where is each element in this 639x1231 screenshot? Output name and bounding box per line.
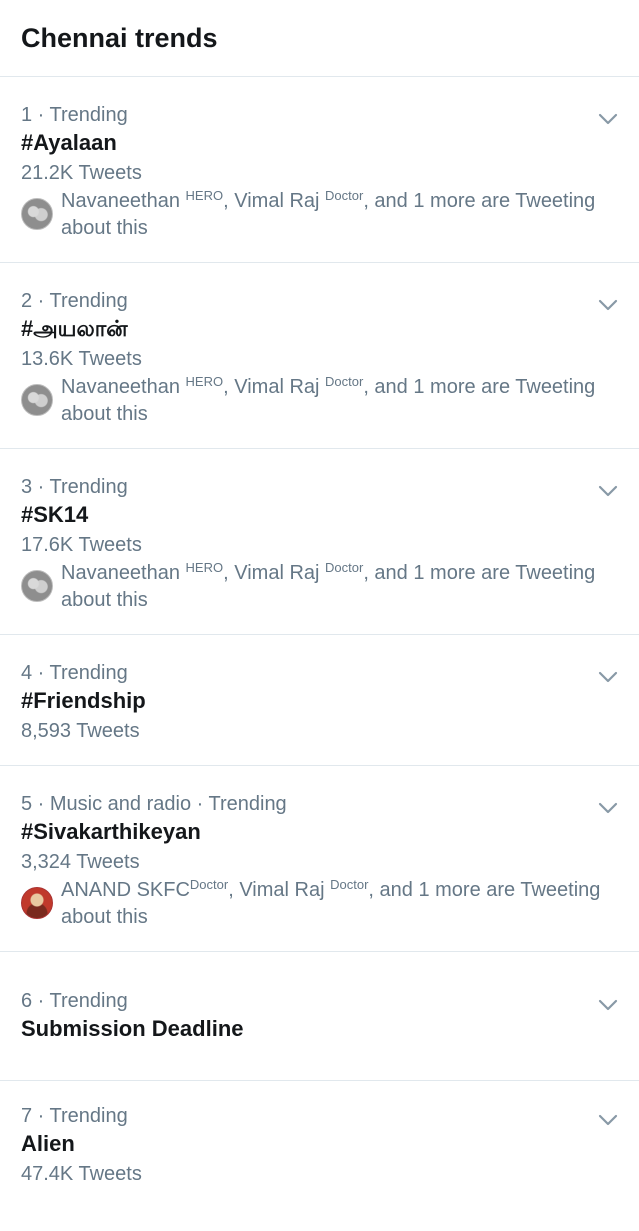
trend-item-5[interactable]: 5 · Music and radio · Trending #Sivakart… <box>0 766 639 952</box>
chevron-down-icon[interactable] <box>598 481 618 501</box>
trend-meta: 6 · Trending <box>21 990 128 1012</box>
trend-item-4[interactable]: 4 · Trending #Friendship 8,593 Tweets <box>0 635 639 766</box>
social-context-text: Navaneethan HERO, Vimal Raj Doctor, and … <box>61 374 596 425</box>
trend-item-3[interactable]: 3 · Trending #SK14 17.6K Tweets Navaneet… <box>0 449 639 635</box>
trend-name: Submission Deadline <box>21 1016 244 1041</box>
trend-tweet-count: 47.4K Tweets <box>21 1163 142 1185</box>
trend-item-7[interactable]: 7 · Trending Alien 47.4K Tweets <box>0 1081 639 1231</box>
trend-meta: 7 · Trending <box>21 1105 128 1127</box>
trend-name: #Friendship <box>21 688 146 713</box>
trend-name: #Ayalaan <box>21 130 117 155</box>
social-context-text: ANAND SKFCDoctor, Vimal Raj Doctor, and … <box>61 877 601 928</box>
trend-social-context: Navaneethan HERO, Vimal Raj Doctor, and … <box>21 188 618 242</box>
page-title: Chennai trends <box>21 23 218 53</box>
trend-meta: 3 · Trending <box>21 476 128 498</box>
trend-name: #SK14 <box>21 502 89 527</box>
avatar <box>21 887 53 919</box>
chevron-down-icon[interactable] <box>598 995 618 1015</box>
trend-tweet-count: 3,324 Tweets <box>21 851 140 873</box>
trend-name: #அயலான் <box>21 316 128 341</box>
social-context-text: Navaneethan HERO, Vimal Raj Doctor, and … <box>61 188 596 239</box>
trend-tweet-count: 17.6K Tweets <box>21 534 142 556</box>
avatar <box>21 384 53 416</box>
trend-tweet-count: 8,593 Tweets <box>21 720 140 742</box>
trend-tweet-count: 21.2K Tweets <box>21 162 142 184</box>
trend-meta: 2 · Trending <box>21 290 128 312</box>
trend-social-context: Navaneethan HERO, Vimal Raj Doctor, and … <box>21 374 618 428</box>
trend-item-6[interactable]: 6 · Trending Submission Deadline <box>0 952 639 1081</box>
chevron-down-icon[interactable] <box>598 109 618 129</box>
trend-meta: 1 · Trending <box>21 104 128 126</box>
chevron-down-icon[interactable] <box>598 1110 618 1130</box>
trend-item-1[interactable]: 1 · Trending #Ayalaan 21.2K Tweets Navan… <box>0 77 639 263</box>
page-header: Chennai trends <box>0 0 639 77</box>
chevron-down-icon[interactable] <box>598 798 618 818</box>
chevron-down-icon[interactable] <box>598 295 618 315</box>
trend-meta: 4 · Trending <box>21 662 128 684</box>
avatar <box>21 198 53 230</box>
trend-tweet-count: 13.6K Tweets <box>21 348 142 370</box>
chevron-down-icon[interactable] <box>598 667 618 687</box>
social-context-text: Navaneethan HERO, Vimal Raj Doctor, and … <box>61 560 596 611</box>
trend-item-2[interactable]: 2 · Trending #அயலான் 13.6K Tweets Navane… <box>0 263 639 449</box>
trend-social-context: Navaneethan HERO, Vimal Raj Doctor, and … <box>21 560 618 614</box>
trend-social-context: ANAND SKFCDoctor, Vimal Raj Doctor, and … <box>21 877 618 931</box>
avatar <box>21 570 53 602</box>
trend-meta: 5 · Music and radio · Trending <box>21 793 287 815</box>
trend-name: Alien <box>21 1131 75 1156</box>
trend-name: #Sivakarthikeyan <box>21 819 201 844</box>
